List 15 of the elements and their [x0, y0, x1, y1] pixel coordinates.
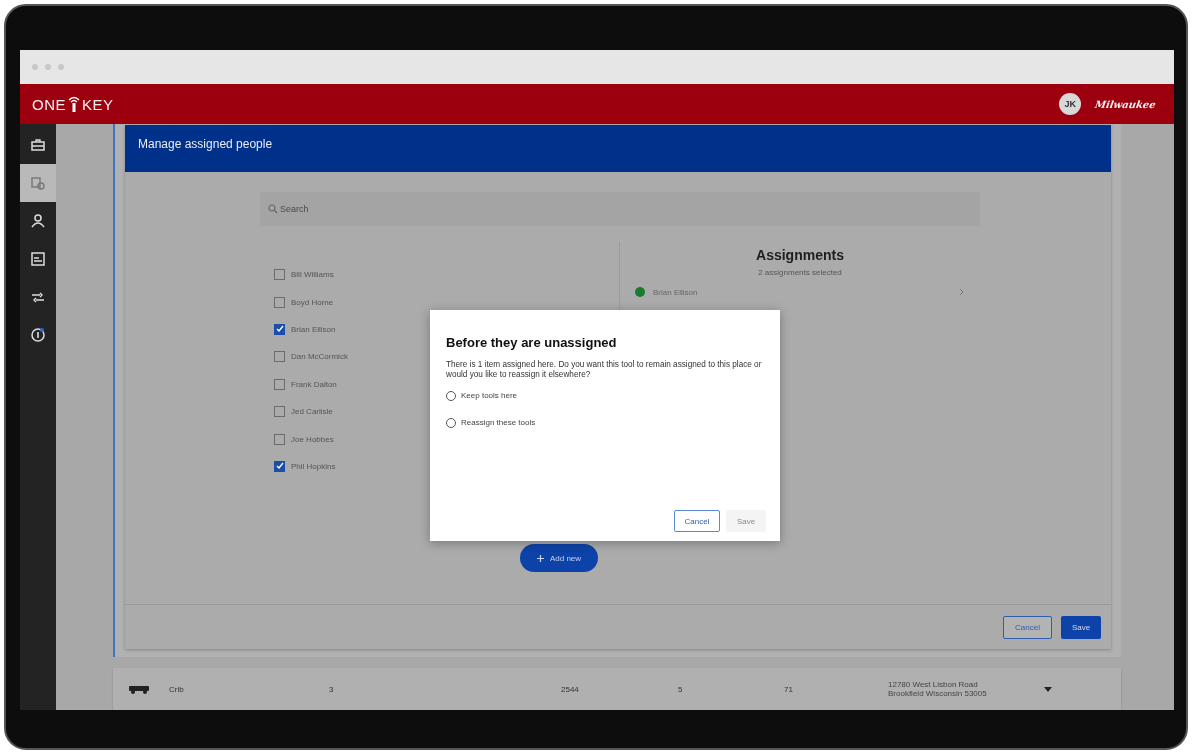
logo-text: ONE: [32, 95, 66, 113]
address-line: Brookfield Wisconsin 53005: [888, 689, 988, 698]
table-cell-text: 71: [784, 684, 794, 694]
logo-text: KEY: [82, 95, 114, 113]
panel-title: Manage assigned people: [125, 125, 1111, 172]
assignments-count: 2 assignments selected: [758, 268, 842, 277]
table-cell-text: Crib: [169, 684, 185, 694]
address-line: 12780 West Lisbon Road: [888, 680, 979, 689]
brand-logo: Milwaukee: [1094, 98, 1157, 110]
table-cell-text: 3: [329, 684, 335, 694]
table-cell-text: 5: [678, 684, 684, 694]
table-cell-text: 2544: [561, 684, 580, 694]
dialog-title: Before they are unassigned: [446, 335, 618, 350]
dialog-message: There is 1 item assigned here. Do you want this tool to remain assigned to this place or would you like to reassign it elsewhere?: [446, 360, 763, 379]
assignments-heading: Assignments: [756, 247, 844, 263]
